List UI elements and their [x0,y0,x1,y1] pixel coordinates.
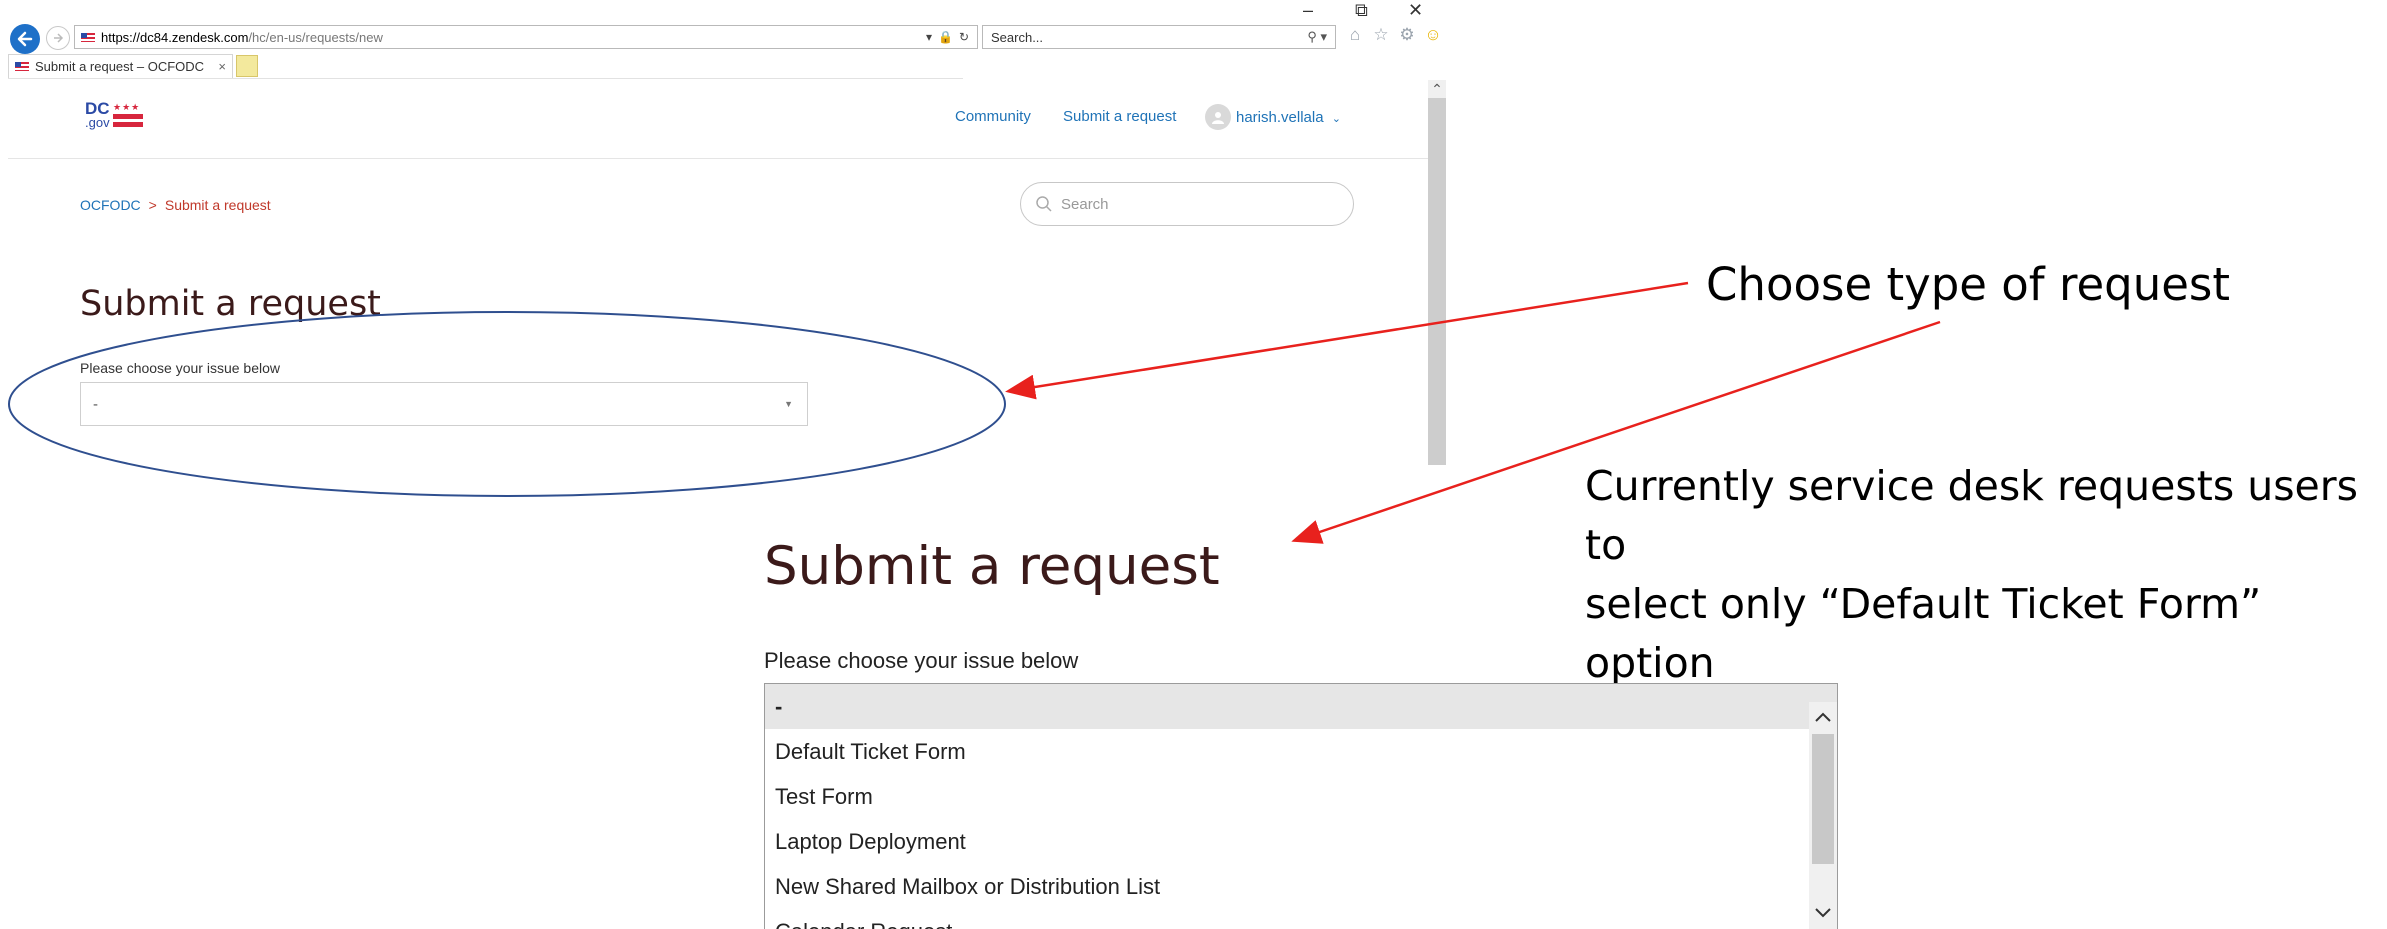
dropdown-option[interactable]: Calendar Request [765,909,1837,929]
dropdown-option[interactable]: - [765,684,1837,729]
issue-dropdown-list[interactable]: - Default Ticket Form Test Form Laptop D… [764,683,1838,929]
dropdown-scrollbar[interactable] [1809,702,1837,929]
annotation-choose-type: Choose type of request [1706,258,2231,311]
annotation-current-note: Currently service desk requests users to… [1585,457,2387,693]
highlight-ellipse [8,311,1006,497]
dropdown-option[interactable]: Laptop Deployment [765,819,1837,864]
annotation-note-line1: Currently service desk requests users to [1585,462,2358,569]
dropdown-option[interactable]: Test Form [765,774,1837,819]
scroll-down-icon[interactable] [1809,898,1837,928]
scroll-up-icon[interactable] [1809,702,1837,732]
dropdown-scroll-thumb[interactable] [1812,734,1834,864]
dropdown-option-default-ticket-form[interactable]: Default Ticket Form [765,729,1837,774]
annotation-arrow-choose [1005,281,1689,400]
dropdown-option[interactable]: New Shared Mailbox or Distribution List [765,864,1837,909]
annotation-note-line2: select only “Default Ticket Form” option [1585,580,2262,687]
zoom-issue-label: Please choose your issue below [764,648,1079,673]
zoom-page-title: Submit a request [764,536,1220,597]
